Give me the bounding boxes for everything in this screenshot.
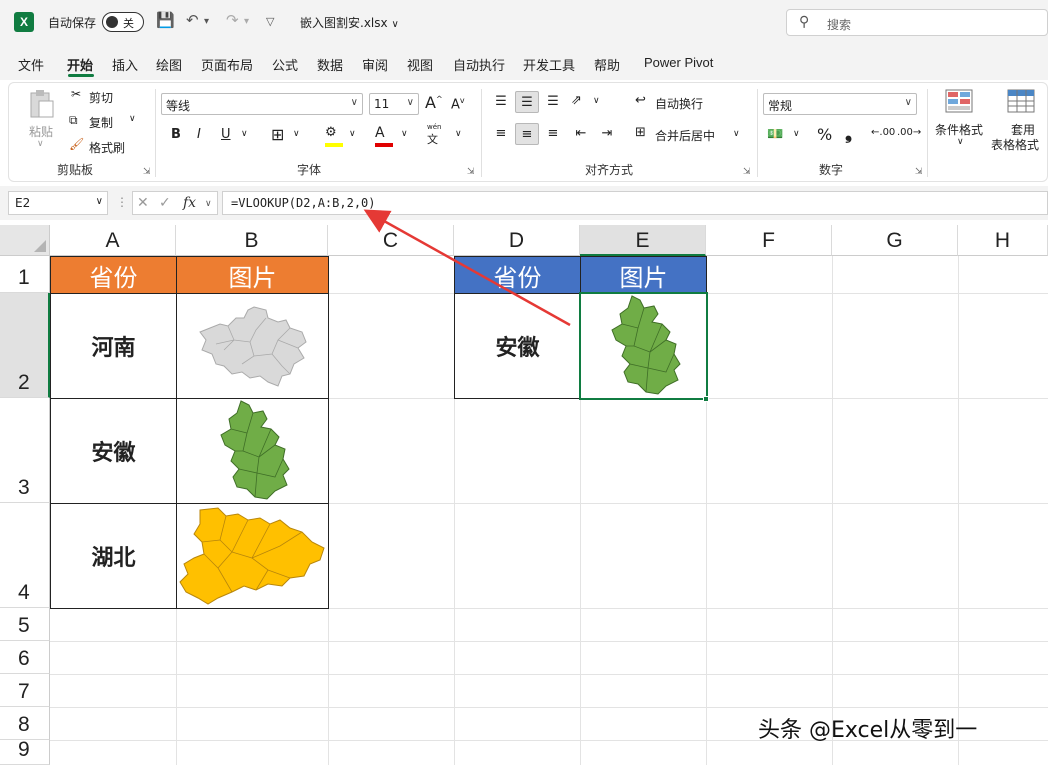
watermark: 头条 @Excel从零到一 [758,718,978,743]
annotation-arrow [363,209,571,327]
